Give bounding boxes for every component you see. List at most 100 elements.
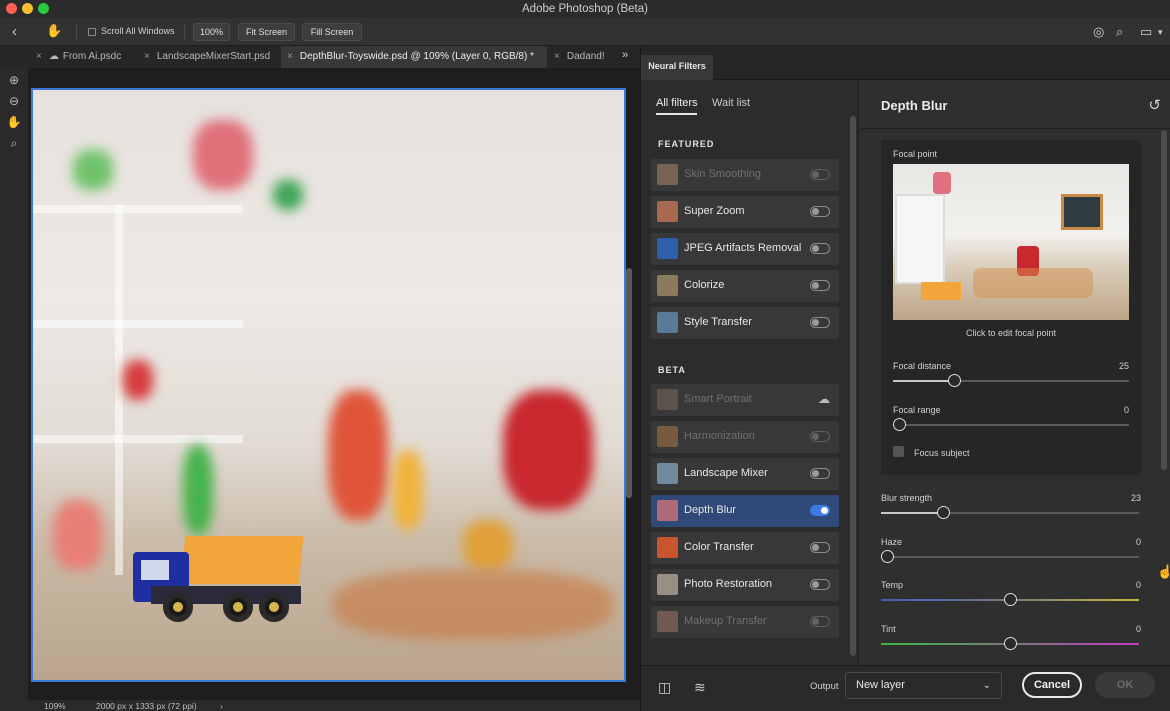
photo-restoration-toggle[interactable]	[810, 579, 830, 590]
focal-distance-label: Focal distance	[893, 361, 952, 371]
filter-name: Style Transfer	[684, 316, 752, 328]
zoom-out-tool-icon[interactable]: ⊖	[6, 93, 22, 109]
filter-list-scrollbar[interactable]	[850, 116, 856, 656]
truck-bed	[180, 536, 304, 584]
more-tabs-icon[interactable]: »	[622, 49, 628, 61]
document-image[interactable]	[31, 88, 626, 682]
tint-label: Tint	[881, 624, 896, 634]
tab-neural-filters[interactable]: Neural Filters	[641, 55, 713, 80]
jpeg-artifacts-thumbnail	[657, 238, 678, 259]
landscape-mixer-toggle[interactable]	[810, 468, 830, 479]
divider	[184, 24, 185, 40]
haze-track[interactable]	[881, 556, 1139, 558]
chevron-down-icon: ⌄	[982, 680, 991, 691]
filter-harmonization[interactable]: Harmonization	[651, 421, 839, 453]
filter-photo-restoration[interactable]: Photo Restoration	[651, 569, 839, 601]
tab-landscape-mixer[interactable]: × LandscapeMixerStart.psd	[142, 46, 280, 68]
active-tab-underline	[656, 113, 697, 115]
user-icon[interactable]: ◎	[1093, 24, 1104, 40]
filter-landscape-mixer[interactable]: Landscape Mixer	[651, 458, 839, 490]
filter-super-zoom[interactable]: Super Zoom	[651, 196, 839, 228]
focus-subject-checkbox[interactable]	[893, 446, 904, 457]
focal-distance-fill	[893, 380, 955, 382]
tab-label: DepthBlur-Toyswide.psd @ 109% (Layer 0, …	[299, 51, 534, 62]
back-chevron-icon[interactable]: ‹	[12, 23, 28, 40]
ok-button[interactable]: OK	[1095, 672, 1155, 698]
focal-range-track[interactable]	[893, 424, 1129, 426]
tab-label: From Ai.psdc	[62, 51, 122, 62]
depth-blur-toggle[interactable]	[810, 505, 830, 516]
tab-from-ai[interactable]: × ☁ From Ai.psdc	[34, 46, 134, 68]
haze-value: 0	[1135, 537, 1141, 547]
tab-dadand[interactable]: × Dadand!	[552, 46, 614, 68]
focal-range-slider[interactable]	[893, 418, 906, 431]
canvas-area[interactable]	[28, 68, 640, 708]
style-transfer-toggle[interactable]	[810, 317, 830, 328]
layers-icon[interactable]: ≋	[694, 679, 706, 696]
close-tab-icon[interactable]: ×	[36, 51, 42, 62]
cloud-download-icon[interactable]: ☁	[818, 392, 830, 406]
haze-slider[interactable]	[881, 550, 894, 563]
colorize-toggle[interactable]	[810, 280, 830, 291]
tab-wait-list[interactable]: Wait list	[712, 97, 750, 109]
focal-distance-slider[interactable]	[948, 374, 961, 387]
settings-title: Depth Blur	[881, 98, 948, 113]
chevron-down-icon[interactable]: ▾	[1158, 27, 1163, 38]
colorize-thumbnail	[657, 275, 678, 296]
filter-skin-smoothing[interactable]: Skin Smoothing	[651, 159, 839, 191]
harmonization-toggle[interactable]	[810, 431, 830, 442]
makeup-transfer-toggle[interactable]	[810, 616, 830, 627]
zoom-level[interactable]: 109%	[44, 701, 66, 711]
fit-screen-button[interactable]: Fit Screen	[238, 23, 295, 41]
harmonization-thumbnail	[657, 426, 678, 447]
filter-jpeg-artifacts-removal[interactable]: JPEG Artifacts Removal	[651, 233, 839, 265]
blurred-toy	[73, 150, 113, 190]
focal-point-label: Focal point	[893, 149, 938, 159]
vertical-scrollbar[interactable]	[626, 268, 632, 498]
hand-tool-icon[interactable]: ✋	[6, 114, 22, 130]
output-select[interactable]: New layer ⌄	[845, 672, 1002, 699]
skin-smoothing-toggle[interactable]	[810, 169, 830, 180]
section-beta: BETA	[658, 365, 686, 375]
title-bar: Adobe Photoshop (Beta)	[0, 0, 1170, 18]
hand-tool-icon[interactable]: ✋	[46, 23, 62, 39]
super-zoom-toggle[interactable]	[810, 206, 830, 217]
tab-depth-blur-toyswide[interactable]: × DepthBlur-Toyswide.psd @ 109% (Layer 0,…	[281, 46, 547, 68]
close-tab-icon[interactable]: ×	[554, 51, 560, 62]
chevron-right-icon[interactable]: ›	[220, 701, 223, 711]
close-tab-icon[interactable]: ×	[144, 51, 150, 62]
workspace-icon[interactable]: ▭	[1140, 24, 1152, 40]
reset-icon[interactable]: ↺	[1148, 96, 1161, 114]
scroll-all-windows-checkbox[interactable]	[88, 28, 96, 36]
search-icon[interactable]: ⌕	[1116, 24, 1123, 40]
filter-colorize[interactable]: Colorize	[651, 270, 839, 302]
makeup-transfer-thumbnail	[657, 611, 678, 632]
compare-icon[interactable]: ◫	[658, 679, 671, 696]
blur-strength-fill	[881, 512, 943, 514]
tab-all-filters[interactable]: All filters	[656, 97, 698, 109]
blurred-toy	[503, 390, 593, 510]
scattered-blocks	[333, 570, 613, 640]
fill-screen-button[interactable]: Fill Screen	[302, 23, 362, 41]
jpeg-artifacts-toggle[interactable]	[810, 243, 830, 254]
filter-makeup-transfer[interactable]: Makeup Transfer	[651, 606, 839, 638]
color-transfer-toggle[interactable]	[810, 542, 830, 553]
truck-wheel	[163, 592, 193, 622]
close-tab-icon[interactable]: ×	[287, 51, 293, 62]
filter-smart-portrait[interactable]: Smart Portrait ☁	[651, 384, 839, 416]
zoom-100-button[interactable]: 100%	[193, 23, 230, 41]
cancel-button[interactable]: Cancel	[1022, 672, 1082, 698]
filter-style-transfer[interactable]: Style Transfer	[651, 307, 839, 339]
filter-name: Super Zoom	[684, 205, 745, 217]
preview-shelf	[895, 194, 945, 284]
temp-slider[interactable]	[1004, 593, 1017, 606]
tint-slider[interactable]	[1004, 637, 1017, 650]
filter-color-transfer[interactable]: Color Transfer	[651, 532, 839, 564]
zoom-tool-icon[interactable]: ⌕	[6, 135, 22, 151]
filter-depth-blur[interactable]: Depth Blur	[651, 495, 839, 527]
settings-scrollbar[interactable]	[1161, 130, 1167, 470]
cloud-icon: ☁	[48, 51, 59, 62]
blur-strength-slider[interactable]	[937, 506, 950, 519]
zoom-in-tool-icon[interactable]: ⊕	[6, 72, 22, 88]
focal-point-preview[interactable]	[893, 164, 1129, 320]
